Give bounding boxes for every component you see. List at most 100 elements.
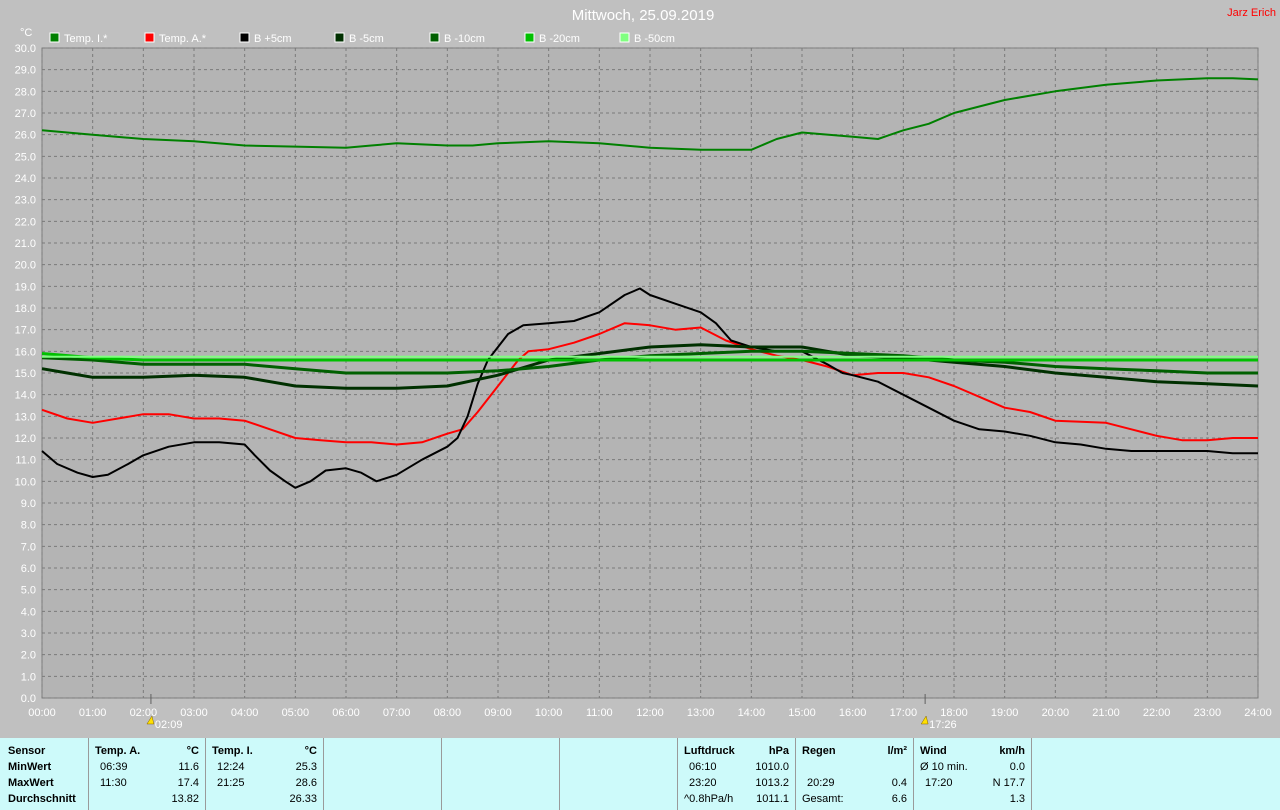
x-tick-label: 10:00 <box>535 707 563 719</box>
y-tick-label: 10.0 <box>15 476 36 488</box>
y-axis-unit: °C <box>20 27 32 39</box>
statistics-table: Sensor MinWert MaxWert Durchschnitt Temp… <box>0 738 1280 810</box>
legend-swatch <box>334 32 345 43</box>
legend-label: Temp. I.* <box>64 33 108 45</box>
sunrise-label: 02:09 <box>155 719 183 731</box>
legend-swatch <box>144 32 155 43</box>
y-tick-label: 23.0 <box>15 195 36 207</box>
sensor-column: Sensor MinWert MaxWert Durchschnitt <box>0 738 89 810</box>
regen-header: Regen <box>802 745 836 757</box>
y-tick-label: 1.0 <box>21 671 36 683</box>
luftdruck-max-time: 23:20 <box>689 777 717 789</box>
y-tick-label: 25.0 <box>15 151 36 163</box>
luftdruck-average: 1011.1 <box>756 793 789 805</box>
legend-swatch <box>239 32 250 43</box>
row-label-max: MaxWert <box>8 777 54 789</box>
sensor-header: Sensor <box>8 745 46 757</box>
empty-column-1 <box>323 738 442 810</box>
temperature-chart: 0.0 1.0 2.0 3.0 4.0 5.0 6.0 7.0 8.0 9.0 10.0 11.0 12… <box>0 0 1280 738</box>
x-tick-label: 22:00 <box>1143 707 1171 719</box>
regen-unit: l/m² <box>887 745 907 757</box>
temp-i-average: 26.33 <box>289 793 317 805</box>
legend-swatch <box>524 32 535 43</box>
y-tick-label: 0.0 <box>21 693 36 705</box>
y-tick-label: 19.0 <box>15 281 36 293</box>
x-tick-label: 01:00 <box>79 707 107 719</box>
x-tick-label: 15:00 <box>788 707 816 719</box>
y-tick-label: 24.0 <box>15 173 36 185</box>
x-tick-label: 00:00 <box>28 707 56 719</box>
legend-label: B -10cm <box>444 33 485 45</box>
x-tick-label: 23:00 <box>1194 707 1222 719</box>
wind-header: Wind <box>920 745 947 757</box>
y-tick-label: 21.0 <box>15 238 36 250</box>
temp-i-column: Temp. I. °C 12:24 25.3 21:25 28.6 26.33 <box>205 738 324 810</box>
luftdruck-max-value: 1013.2 <box>755 777 789 789</box>
y-tick-label: 30.0 <box>15 43 36 55</box>
y-tick-label: 22.0 <box>15 216 36 228</box>
wind-max-value: N 17.7 <box>992 777 1025 789</box>
x-tick-label: 05:00 <box>282 707 310 719</box>
luftdruck-unit: hPa <box>768 745 789 757</box>
x-tick-label: 14:00 <box>738 707 766 719</box>
row-label-min: MinWert <box>8 761 52 773</box>
chart-grid <box>41 47 1259 699</box>
legend-label: Temp. A.* <box>159 33 207 45</box>
temp-a-average: 13.82 <box>171 793 199 805</box>
legend-label: B +5cm <box>254 33 292 45</box>
x-tick-label: 08:00 <box>434 707 462 719</box>
legend-label: B -50cm <box>634 33 675 45</box>
luftdruck-min-value: 1010.0 <box>755 761 789 773</box>
regen-max-value: 0.4 <box>891 777 907 789</box>
sunset-label: 17:26 <box>929 719 957 731</box>
x-tick-label: 07:00 <box>383 707 411 719</box>
temp-i-min-value: 25.3 <box>295 761 317 773</box>
y-tick-label: 27.0 <box>15 108 36 120</box>
regen-total-label: Gesamt: <box>802 793 844 805</box>
y-tick-label: 17.0 <box>15 325 36 337</box>
x-tick-label: 09:00 <box>484 707 512 719</box>
temp-a-unit: °C <box>186 745 199 757</box>
wind-max-time: 17:20 <box>925 777 953 789</box>
y-tick-label: 26.0 <box>15 130 36 142</box>
temp-a-column: Temp. A. °C 06:39 11.6 11:30 17.4 13.82 <box>88 738 206 810</box>
wind-avg-label: Ø 10 min. <box>920 761 968 773</box>
luftdruck-trend: ^0.8hPa/h <box>684 793 734 805</box>
temp-i-min-time: 12:24 <box>217 761 245 773</box>
y-tick-label: 28.0 <box>15 86 36 98</box>
x-tick-label: 12:00 <box>636 707 664 719</box>
temp-a-max-time: 11:30 <box>100 777 127 789</box>
y-tick-label: 29.0 <box>15 65 36 77</box>
regen-total-value: 6.6 <box>891 793 907 805</box>
y-tick-label: 20.0 <box>15 260 36 272</box>
x-tick-label: 02:00 <box>130 707 158 719</box>
row-label-avg: Durchschnitt <box>8 793 76 805</box>
x-tick-label: 19:00 <box>991 707 1019 719</box>
legend-swatch <box>429 32 440 43</box>
y-tick-label: 5.0 <box>21 585 36 597</box>
temp-i-max-value: 28.6 <box>295 777 317 789</box>
y-tick-label: 8.0 <box>21 520 36 532</box>
x-tick-label: 03:00 <box>180 707 208 719</box>
x-tick-label: 18:00 <box>940 707 968 719</box>
wind-avg-value: 0.0 <box>1009 761 1025 773</box>
y-tick-label: 14.0 <box>15 390 36 402</box>
temp-i-max-time: 21:25 <box>217 777 245 789</box>
x-tick-label: 04:00 <box>231 707 259 719</box>
temp-a-min-value: 11.6 <box>178 761 199 773</box>
y-tick-label: 3.0 <box>21 628 36 640</box>
author-label: Jarz Erich <box>1227 7 1276 19</box>
x-tick-label: 20:00 <box>1042 707 1070 719</box>
x-tick-label: 11:00 <box>586 707 613 719</box>
luftdruck-column: Luftdruck hPa 06:10 1010.0 23:20 1013.2 … <box>677 738 796 810</box>
temp-a-min-time: 06:39 <box>100 761 128 773</box>
x-tick-label: 13:00 <box>687 707 715 719</box>
legend-label: B -20cm <box>539 33 580 45</box>
regen-max-time: 20:29 <box>807 777 835 789</box>
legend-swatch <box>619 32 630 43</box>
wind-unit: km/h <box>999 745 1025 757</box>
y-tick-label: 2.0 <box>21 650 36 662</box>
x-tick-label: 06:00 <box>332 707 360 719</box>
y-tick-label: 11.0 <box>15 455 36 467</box>
wind-average: 1.3 <box>1009 793 1025 805</box>
